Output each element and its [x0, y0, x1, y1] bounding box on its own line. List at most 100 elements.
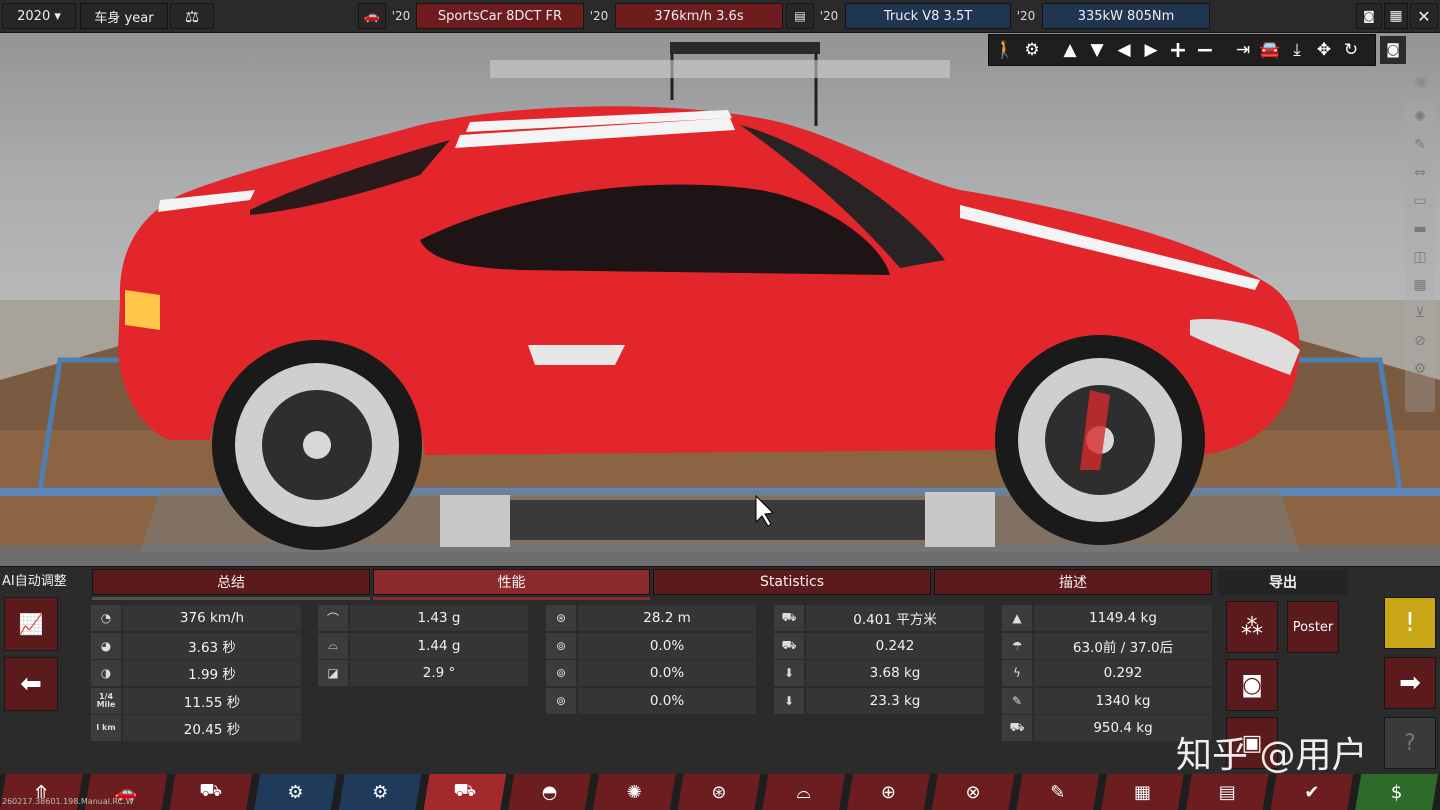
sun-icon[interactable]: ◓ — [508, 774, 591, 810]
panel-side-icon[interactable]: ▭ — [1409, 190, 1431, 212]
anchor-down-icon[interactable]: ⤓ — [1285, 37, 1309, 63]
factory-money-icon[interactable]: $ — [1355, 774, 1438, 810]
stat-row: ☂ 63.0前 / 37.0后 — [1002, 632, 1212, 659]
eye-icon[interactable]: ◉ — [1408, 70, 1434, 92]
stat-row: ⊚ 0.0% — [546, 632, 756, 659]
car-view-icon[interactable]: 🚘 — [1258, 37, 1282, 63]
car-icon[interactable]: 🚗 — [358, 3, 386, 29]
seat-side-icon[interactable]: ⊻ — [1409, 302, 1431, 324]
top-bar: 2020 ▾ 车身 year ⚖ 🚗 '20 SportsCar 8DCT FR… — [0, 0, 1440, 33]
gear-side-icon[interactable]: ⚙ — [1409, 358, 1431, 380]
align-right-icon[interactable]: ⇥ — [1231, 37, 1255, 63]
car-spec-icon[interactable]: ⛟ — [424, 774, 507, 810]
photo-camera-icon[interactable]: ◙ — [1380, 36, 1406, 64]
arrow-up-icon[interactable]: ▲ — [1058, 37, 1082, 63]
engine-select[interactable]: Truck V8 3.5T — [845, 3, 1011, 29]
downforce-front-icon: ⬇ — [774, 660, 804, 687]
top-speed-value: 376 km/h — [123, 605, 301, 631]
share-icon[interactable]: ⁂ — [1226, 601, 1278, 653]
stat-column-weight: ▲ 1149.4 kg ☂ 63.0前 / 37.0后 ϟ 0.292 ✎ 1340 k… — [1002, 605, 1212, 743]
drag-coefficient-value: 0.242 — [806, 632, 984, 659]
arrow-left-icon[interactable]: ◀ — [1112, 37, 1136, 63]
rotate-icon[interactable]: ↻ — [1339, 37, 1363, 63]
engine-block-icon[interactable]: ⚙ — [254, 774, 337, 810]
front-downforce-value: 3.68 kg — [806, 660, 984, 687]
camera-icon[interactable]: ◙ — [1356, 3, 1382, 29]
arrow-down-icon[interactable]: ▼ — [1085, 37, 1109, 63]
stat-column-handling: ⌒ 1.43 g ⌓ 1.44 g ◪ 2.9 ° — [318, 605, 528, 688]
watermark: 知乎 @用户 — [1176, 735, 1368, 776]
seat-steer-icon[interactable]: ⊕ — [847, 774, 930, 810]
move-icon[interactable]: ✥ — [1312, 37, 1336, 63]
power-weight-value: 0.292 — [1034, 660, 1212, 687]
corner-grip-2-icon: ⌓ — [318, 632, 348, 659]
grille-side-icon[interactable]: ▦ — [1409, 274, 1431, 296]
axle-side-icon[interactable]: ⇔ — [1409, 162, 1431, 184]
stat-column-aero: ⛟ 0.401 平方米 ⛟ 0.242 ⬇ 3.68 kg ⬇ 23.3 kg — [774, 605, 984, 715]
wrench-icon: ✎ — [1002, 687, 1032, 714]
poster-button[interactable]: Poster — [1287, 601, 1339, 653]
help-icon[interactable]: ? — [1384, 717, 1436, 769]
plus-icon[interactable]: + — [1166, 37, 1190, 63]
calculator-icon[interactable]: ▦ — [1384, 3, 1408, 29]
checkered-flag-icon[interactable]: ▦ — [1101, 774, 1184, 810]
close-button[interactable]: ✕ — [1410, 3, 1438, 29]
car-viewport[interactable] — [0, 0, 1440, 566]
bottom-navigation: ⤊ 🚗 ⛟ ⚙ ⚙ ⛟ ◓ ✺ ⊛ ⌓ ⊕ ⊗ ✎ ▦ ▤ ✔ $ — [0, 774, 1440, 810]
stat-row: I km 20.45 秒 — [91, 715, 301, 742]
tab-statistics[interactable]: Statistics — [653, 569, 931, 595]
engine-parts-icon[interactable]: ⚙ — [339, 774, 422, 810]
aero-icon[interactable]: ⌓ — [762, 774, 845, 810]
power-summary[interactable]: 335kW 805Nm — [1042, 3, 1210, 29]
report-icon[interactable]: ▤ — [1186, 774, 1269, 810]
wheel-side-icon[interactable]: ✺ — [1409, 106, 1431, 128]
braking-distance-value: 28.2 m — [578, 605, 756, 631]
stat-row: ⬇ 3.68 kg — [774, 660, 984, 687]
checkmark-icon[interactable]: ✔ — [1271, 774, 1354, 810]
pen-side-icon[interactable]: ✎ — [1409, 134, 1431, 156]
back-button[interactable]: ⬅ — [4, 657, 58, 711]
stat-row: ⛟ 0.401 平方米 — [774, 605, 984, 631]
tab-performance[interactable]: 性能 — [373, 569, 650, 595]
car-chassis-icon[interactable]: ⛟ — [169, 774, 252, 810]
year-select[interactable]: 2020 ▾ — [2, 3, 76, 29]
engine-icon[interactable]: ▤ — [786, 3, 814, 29]
lateral-g-value: 1.43 g — [350, 605, 528, 631]
camera-export-icon[interactable]: ◙ — [1226, 659, 1278, 711]
steering-icon[interactable]: ⊗ — [932, 774, 1015, 810]
lightning-icon: ϟ — [1002, 660, 1032, 687]
quarter-mile-value: 11.55 秒 — [123, 687, 301, 714]
graph-button[interactable]: 📈 — [4, 597, 58, 651]
next-button[interactable]: ➡ — [1384, 657, 1436, 709]
stat-row: ⛟ 0.242 — [774, 632, 984, 659]
ai-auto-tune-label: AI自动调整 — [2, 574, 67, 589]
frontal-area-icon: ⛟ — [774, 605, 804, 631]
gear-icon[interactable]: ⚙ — [1020, 37, 1044, 63]
minus-icon[interactable]: − — [1193, 37, 1217, 63]
stat-row: ◕ 3.63 秒 — [91, 632, 301, 659]
performance-summary[interactable]: 376km/h 3.6s — [615, 3, 783, 29]
brake-icon[interactable]: ⊛ — [678, 774, 761, 810]
no-entry-side-icon[interactable]: ⊘ — [1409, 330, 1431, 352]
brake-fade-3-icon: ⊚ — [546, 687, 576, 714]
walker-icon[interactable]: 🚶 — [993, 37, 1017, 63]
circle-side-icon[interactable]: ○ — [1409, 386, 1431, 408]
tab-description[interactable]: 描述 — [934, 569, 1212, 595]
version-label: 260217.38601.198.Manual.RC.W — [2, 797, 134, 806]
tab-summary[interactable]: 总结 — [92, 569, 370, 595]
gearbox-select[interactable]: SportsCar 8DCT FR — [416, 3, 584, 29]
car-side-icon[interactable]: ▬ — [1409, 218, 1431, 240]
warning-icon[interactable]: ! — [1384, 597, 1436, 649]
pen-icon[interactable]: ✎ — [1016, 774, 1099, 810]
downforce-rear-icon: ⬇ — [774, 687, 804, 714]
export-title: 导出 — [1218, 569, 1348, 595]
wheel-icon[interactable]: ✺ — [593, 774, 676, 810]
gearbox-year: '20 — [391, 9, 411, 23]
arrow-right-icon[interactable]: ▶ — [1139, 37, 1163, 63]
corner-grip-icon: ⌒ — [318, 605, 348, 631]
lamp-side-icon[interactable]: ◫ — [1409, 246, 1431, 268]
balance-scale-icon[interactable]: ⚖ — [170, 3, 214, 29]
stat-row: ⌒ 1.43 g — [318, 605, 528, 631]
accel-gauge-2-icon: ◑ — [91, 660, 121, 687]
body-roll-icon: ◪ — [318, 660, 348, 687]
